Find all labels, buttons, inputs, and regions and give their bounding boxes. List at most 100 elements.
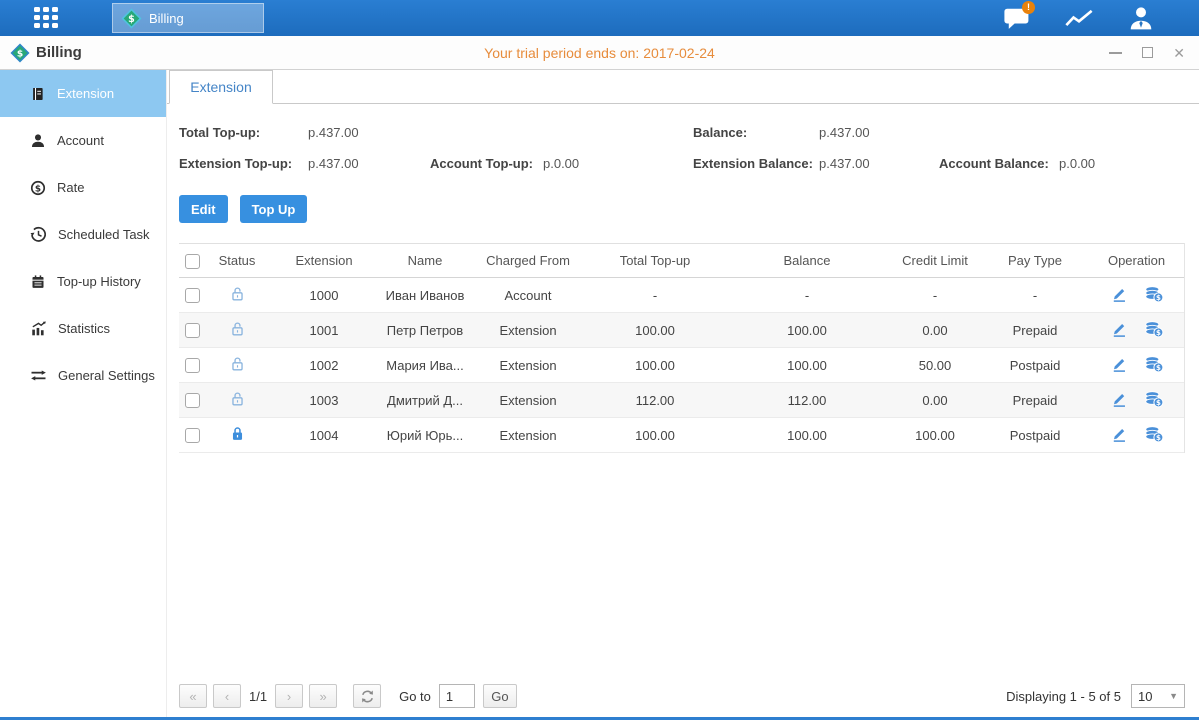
row-checkbox[interactable] [185, 323, 200, 338]
total-topup-value: p.437.00 [308, 125, 359, 140]
col-pay-type[interactable]: Pay Type [981, 244, 1089, 278]
goto-page-input[interactable] [439, 684, 475, 708]
table-row[interactable]: 1001Петр ПетровExtension100.00100.000.00… [179, 313, 1184, 348]
credit-limit-cell: 0.00 [889, 383, 981, 418]
close-button[interactable]: ✕ [1173, 46, 1185, 60]
row-edit-button[interactable] [1110, 425, 1128, 443]
col-extension[interactable]: Extension [269, 244, 379, 278]
row-topup-button[interactable]: $ [1144, 285, 1164, 303]
sidebar-item-topup-history[interactable]: Top-up History [0, 258, 166, 305]
table-row[interactable]: 1000Иван ИвановAccount----$ [179, 278, 1184, 313]
tab-extension[interactable]: Extension [169, 70, 273, 104]
extension-table: Status Extension Name Charged From Total… [179, 243, 1185, 453]
edit-button[interactable]: Edit [179, 195, 228, 223]
name-cell: Дмитрий Д... [379, 383, 471, 418]
book-icon [30, 86, 46, 102]
row-checkbox[interactable] [185, 288, 200, 303]
locked-icon [229, 425, 246, 442]
trial-notice: Your trial period ends on: 2017-02-24 [0, 45, 1199, 61]
first-page-button[interactable]: « [179, 684, 207, 708]
goto-label: Go to [399, 689, 431, 704]
go-button[interactable]: Go [483, 684, 517, 708]
sidebar-item-scheduled-task[interactable]: Scheduled Task [0, 211, 166, 258]
extension-table-body: 1000Иван ИвановAccount----$1001Петр Петр… [179, 278, 1184, 453]
page-size-select[interactable]: 10 ▼ [1131, 684, 1185, 708]
edit-pencil-icon [1110, 390, 1128, 408]
sidebar-item-label: Rate [57, 180, 84, 195]
notification-badge: ! [1022, 1, 1035, 14]
row-edit-button[interactable] [1110, 390, 1128, 408]
next-page-button[interactable]: › [275, 684, 303, 708]
tab-bar: Extension [167, 70, 1199, 104]
sidebar-item-statistics[interactable]: Statistics [0, 305, 166, 352]
svg-text:$: $ [1155, 399, 1160, 407]
row-topup-button[interactable]: $ [1144, 355, 1164, 373]
charged-from-cell: Extension [471, 383, 585, 418]
row-topup-button[interactable]: $ [1144, 390, 1164, 408]
row-topup-button[interactable]: $ [1144, 425, 1164, 443]
row-checkbox[interactable] [185, 428, 200, 443]
last-page-button[interactable]: » [309, 684, 337, 708]
pay-type-cell: Prepaid [981, 313, 1089, 348]
sidebar-item-label: Scheduled Task [58, 227, 150, 242]
user-account-icon[interactable] [1125, 5, 1157, 31]
dollar-circle-icon: $ [30, 180, 46, 196]
balance-value: p.437.00 [819, 125, 870, 140]
page-indicator: 1/1 [249, 689, 267, 704]
row-edit-button[interactable] [1110, 355, 1128, 373]
pagination-bar: « ‹ 1/1 › » Go to Go Displaying [179, 683, 1185, 709]
total-topup-cell: - [585, 278, 725, 313]
notifications-icon[interactable]: ! [1001, 5, 1033, 31]
topbar-tab-billing[interactable]: $ Billing [112, 3, 264, 33]
table-row[interactable]: 1004Юрий Юрь...Extension100.00100.00100.… [179, 418, 1184, 453]
prev-page-button[interactable]: ‹ [213, 684, 241, 708]
sidebar-item-account[interactable]: Account [0, 117, 166, 164]
table-row[interactable]: 1002Мария Ива...Extension100.00100.0050.… [179, 348, 1184, 383]
balance-cell: - [725, 278, 889, 313]
unlocked-icon [229, 285, 246, 302]
row-checkbox[interactable] [185, 393, 200, 408]
sidebar-item-rate[interactable]: $ Rate [0, 164, 166, 211]
sidebar-item-label: Top-up History [57, 274, 141, 289]
topup-coins-icon: $ [1144, 285, 1164, 303]
reports-chart-icon[interactable] [1063, 5, 1095, 31]
row-checkbox[interactable] [185, 358, 200, 373]
total-topup-label: Total Top-up: [179, 125, 308, 140]
row-topup-button[interactable]: $ [1144, 320, 1164, 338]
topbar: $ Billing ! [0, 0, 1199, 36]
app-grid-icon[interactable] [34, 7, 70, 29]
pay-type-cell: Postpaid [981, 348, 1089, 383]
refresh-button[interactable] [353, 684, 381, 708]
edit-pencil-icon [1110, 320, 1128, 338]
extension-cell: 1001 [269, 313, 379, 348]
unlocked-icon [229, 355, 246, 372]
maximize-button[interactable] [1142, 47, 1153, 58]
sidebar-item-extension[interactable]: Extension [0, 70, 166, 117]
page-size-value: 10 [1138, 689, 1169, 704]
name-cell: Мария Ива... [379, 348, 471, 383]
row-edit-button[interactable] [1110, 285, 1128, 303]
row-edit-button[interactable] [1110, 320, 1128, 338]
topup-button[interactable]: Top Up [240, 195, 308, 223]
edit-pencil-icon [1110, 425, 1128, 443]
svg-text:$: $ [128, 14, 135, 25]
col-status[interactable]: Status [205, 244, 269, 278]
pay-type-cell: Postpaid [981, 418, 1089, 453]
titlebar: $ Billing Your trial period ends on: 201… [0, 36, 1199, 70]
sidebar-item-general-settings[interactable]: General Settings [0, 352, 166, 399]
minimize-button[interactable] [1109, 52, 1122, 54]
col-name[interactable]: Name [379, 244, 471, 278]
settings-sliders-icon [30, 367, 47, 384]
account-topup-value: p.0.00 [543, 156, 579, 171]
col-charged-from[interactable]: Charged From [471, 244, 585, 278]
total-topup-cell: 100.00 [585, 348, 725, 383]
balance-cell: 112.00 [725, 383, 889, 418]
col-operation[interactable]: Operation [1089, 244, 1184, 278]
sidebar: Extension Account $ Rate [0, 70, 167, 717]
col-credit-limit[interactable]: Credit Limit [889, 244, 981, 278]
col-total-topup[interactable]: Total Top-up [585, 244, 725, 278]
select-all-checkbox[interactable] [185, 254, 200, 269]
table-row[interactable]: 1003Дмитрий Д...Extension112.00112.000.0… [179, 383, 1184, 418]
svg-text:$: $ [1155, 329, 1160, 337]
col-balance[interactable]: Balance [725, 244, 889, 278]
